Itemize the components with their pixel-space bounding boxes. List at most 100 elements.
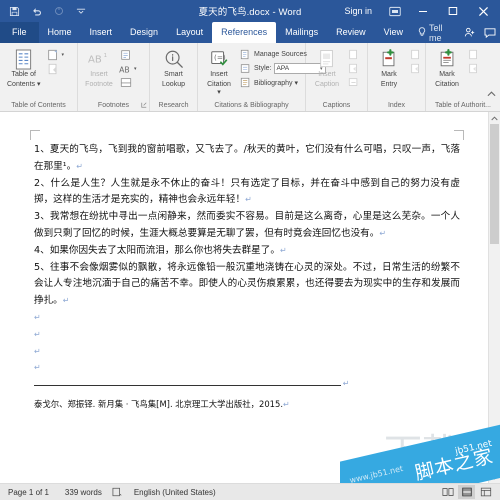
ribbon-display-options-icon[interactable]	[382, 0, 408, 22]
style-label: Style:	[254, 65, 272, 72]
update-table-authorities-icon	[467, 63, 480, 75]
share-person-icon[interactable]	[460, 22, 480, 43]
document-text-body[interactable]: 1、夏天的飞鸟，飞到我的窗前唱歌，又飞去了。/秋天的黄叶，它们没有什么可唱，只叹…	[34, 142, 460, 412]
manage-sources-icon	[239, 49, 252, 61]
insert-endnote-icon	[119, 49, 132, 61]
save-icon[interactable]	[8, 5, 21, 18]
tab-references[interactable]: References	[212, 22, 277, 43]
tab-mailings[interactable]: Mailings	[276, 22, 327, 43]
ribbon-references: Table of Contents ▾ ▾ Table of Contents …	[0, 43, 500, 112]
insert-caption-button: Insert Caption	[310, 47, 344, 90]
paragraph-mark-1: ↵	[76, 161, 83, 171]
insert-table-of-figures-button	[347, 48, 360, 61]
show-notes-button[interactable]	[119, 76, 137, 89]
add-text-caret-icon[interactable]: ▾	[61, 52, 64, 58]
paragraph-3-text: 3、我常想在纷扰中寻出一点闲静来，然而委实不容易。目前是这么离奇，心里是这么芜杂…	[34, 211, 460, 239]
undo-icon[interactable]	[30, 5, 43, 18]
tell-me-search[interactable]: Tell me	[412, 22, 460, 43]
bibliography-label: Bibliography ▾	[254, 79, 298, 87]
tab-insert[interactable]: Insert	[81, 22, 122, 43]
scrollbar-thumb[interactable]	[490, 124, 499, 244]
paragraph-mark-footnote: ↵	[283, 400, 290, 410]
table-of-contents-label-2: Contents ▾	[7, 80, 41, 88]
lightbulb-icon	[418, 26, 426, 39]
proofing-errors-icon[interactable]	[110, 487, 126, 497]
insert-citation-button[interactable]: (=) Insert Citation ▾	[202, 47, 236, 99]
update-table-figures-button	[347, 62, 360, 75]
next-footnote-caret-icon[interactable]: ▾	[134, 66, 137, 72]
group-label-table-of-authorities: Table of Authorit...	[434, 102, 492, 109]
update-index-button	[409, 62, 422, 75]
insert-footnote-icon: AB 1	[88, 48, 110, 70]
word-count[interactable]: 339 words	[57, 488, 110, 497]
ribbon-group-table-of-contents: Table of Contents ▾ ▾ Table of Contents	[0, 43, 78, 111]
document-paragraph-4[interactable]: 4、如果你因失去了太阳而流泪，那么你也将失去群星了。↵	[34, 243, 460, 260]
smart-lookup-label-2: Lookup	[162, 80, 185, 88]
group-label-footnotes: Footnotes	[97, 102, 130, 109]
add-text-button[interactable]: ▾	[46, 48, 64, 61]
maximize-button[interactable]	[438, 0, 468, 22]
group-label-table-of-contents: Table of Contents	[11, 102, 66, 109]
add-text-icon	[46, 49, 59, 61]
paragraph-5-text: 5、往事不会像烟雾似的飘散，将永远像铅一般沉重地浇铸在心灵的深处。不过，日常生活…	[34, 261, 460, 307]
insert-index-button	[409, 48, 422, 61]
footnotes-small-commands: AB ▾	[119, 47, 137, 89]
style-icon	[239, 63, 252, 75]
collapse-ribbon-icon[interactable]	[487, 90, 496, 99]
smart-lookup-button[interactable]: Smart Lookup	[157, 47, 191, 90]
tab-home[interactable]: Home	[39, 22, 81, 43]
scroll-up-button[interactable]	[489, 112, 500, 124]
next-footnote-button[interactable]: AB ▾	[119, 62, 137, 75]
insert-endnote-button[interactable]	[119, 48, 137, 61]
table-of-contents-label-1: Table of	[11, 71, 36, 78]
mark-entry-button[interactable]: Mark Entry	[372, 47, 406, 90]
tab-view[interactable]: View	[375, 22, 412, 43]
cross-reference-button	[347, 76, 360, 89]
sign-in-button[interactable]: Sign in	[334, 6, 382, 16]
redo-icon	[52, 5, 65, 18]
read-mode-view-button[interactable]	[439, 485, 456, 499]
paragraph-4-text: 4、如果你因失去了太阳而流泪，那么你也将失去群星了。	[34, 244, 280, 256]
paragraph-1-text: 1、夏天的飞鸟，飞到我的窗前唱歌，又飞去了。/秋天的黄叶，它们没有什么可唱，只叹…	[34, 144, 460, 172]
mark-citation-label-1: Mark	[439, 71, 455, 78]
document-paragraph-1[interactable]: 1、夏天的飞鸟，飞到我的窗前唱歌，又飞去了。/秋天的黄叶，它们没有什么可唱，只叹…	[34, 142, 460, 176]
customize-quick-access-toolbar-icon[interactable]	[74, 5, 87, 18]
empty-paragraph-4[interactable]: ↵	[34, 360, 460, 377]
footnotes-dialog-launcher-icon[interactable]	[141, 102, 147, 110]
mark-citation-button[interactable]: Mark Citation	[430, 47, 464, 90]
footnote-separator-row: ↵	[34, 377, 460, 391]
print-layout-view-button[interactable]	[458, 485, 475, 499]
document-paragraph-3[interactable]: 3、我常想在纷扰中寻出一点闲静来，然而委实不容易。目前是这么离奇，心里是这么芜杂…	[34, 209, 460, 243]
vertical-scrollbar[interactable]	[488, 112, 500, 483]
tab-layout[interactable]: Layout	[167, 22, 212, 43]
tell-me-label: Tell me	[429, 22, 443, 43]
ribbon-group-captions: Insert Caption Captions	[306, 43, 368, 111]
empty-paragraph-3[interactable]: ↵	[34, 344, 460, 361]
language-indicator[interactable]: English (United States)	[126, 488, 224, 497]
footnote-citation: 泰戈尔、郑振铎. 新月集 · 飞鸟集[M]. 北京理工大学出版社，2015.	[34, 399, 283, 410]
document-page[interactable]: 1、夏天的飞鸟，飞到我的窗前唱歌，又飞去了。/秋天的黄叶，它们没有什么可唱，只叹…	[0, 112, 488, 483]
document-paragraph-5[interactable]: 5、往事不会像烟雾似的飘散，将永远像铅一般沉重地浇铸在心灵的深处。不过，日常生活…	[34, 260, 460, 310]
update-table-button	[46, 62, 64, 75]
minimize-button[interactable]	[408, 0, 438, 22]
table-of-contents-button[interactable]: Table of Contents ▾	[4, 47, 43, 90]
group-label-index: Index	[387, 102, 406, 109]
close-button[interactable]	[468, 0, 498, 22]
tab-review[interactable]: Review	[327, 22, 375, 43]
ribbon-group-citations-bibliography: (=) Insert Citation ▾ Manage Sources Sty…	[198, 43, 326, 111]
page-indicator[interactable]: Page 1 of 1	[0, 488, 57, 497]
tab-design[interactable]: Design	[121, 22, 167, 43]
svg-text:AB: AB	[88, 55, 102, 66]
web-layout-view-button[interactable]	[477, 485, 494, 499]
paragraph-mark-separator: ↵	[342, 378, 350, 388]
group-label-research: Research	[158, 102, 189, 109]
empty-paragraph-1[interactable]: ↵	[34, 310, 460, 327]
scroll-down-button[interactable]	[489, 471, 500, 483]
ribbon-group-table-of-authorities: Mark Citation Table of Authorit...	[426, 43, 500, 111]
footnote-text[interactable]: 泰戈尔、郑振铎. 新月集 · 飞鸟集[M]. 北京理工大学出版社，2015.↵	[34, 397, 460, 412]
status-bar: Page 1 of 1 339 words English (United St…	[0, 483, 500, 500]
empty-paragraph-2[interactable]: ↵	[34, 327, 460, 344]
document-paragraph-2[interactable]: 2、什么是人生？人生就是永不休止的奋斗！只有选定了目标，并在奋斗中感到自己的努力…	[34, 176, 460, 210]
tab-file[interactable]: File	[0, 22, 39, 43]
comments-icon[interactable]	[480, 22, 500, 43]
